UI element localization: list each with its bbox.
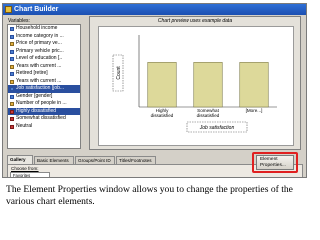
variable-label: Neutral [16, 122, 33, 129]
favorites-list[interactable]: Favorites [10, 172, 50, 177]
variable-item[interactable]: Household income [8, 25, 80, 33]
chart-preview-panel: Chart preview uses example data Count Hig… [89, 16, 301, 150]
nominal-icon [10, 57, 14, 61]
variable-label: Primary vehicle pric... [16, 47, 64, 54]
variable-label: Number of people in ... [16, 100, 67, 106]
variable-label: Highly dissatisfied [16, 107, 57, 114]
variable-label: Level of education [.. [16, 55, 63, 61]
variable-label: Years with current ... [16, 77, 62, 84]
variable-label: Income category in ... [16, 32, 64, 39]
y-axis-label: Count [116, 66, 122, 80]
title-bar: Chart Builder [3, 4, 306, 15]
variable-item[interactable]: Years with current ... [8, 78, 80, 86]
preview-caption: Chart preview uses example data [157, 18, 233, 24]
nominal-icon [10, 49, 14, 54]
variable-item[interactable]: Primary vehicle pric... [8, 48, 80, 56]
variable-item[interactable]: Years with current ... [8, 63, 80, 71]
tab-titles-footnotes[interactable]: Titles/Footnotes [116, 156, 156, 164]
variable-item[interactable]: Highly dissatisfied [8, 107, 80, 115]
variable-item[interactable]: Retired [retire] [8, 70, 80, 78]
x-axis-label: Job satisfaction [199, 125, 235, 131]
nominal-icon [10, 27, 14, 31]
category-icon [10, 109, 14, 114]
x-tick-label: [More...] [246, 108, 263, 113]
variable-item[interactable]: Number of people in ... [8, 100, 80, 108]
bar [239, 62, 269, 108]
app-icon [5, 6, 12, 13]
slide-caption: The Element Properties window allows you… [6, 184, 293, 207]
tab-gallery[interactable]: Gallery [7, 155, 33, 164]
preview-chart: CountHighlydissatisfiedSomewhatdissatisf… [112, 35, 277, 133]
ruler-icon [10, 64, 14, 69]
nominal-icon [10, 34, 14, 39]
x-tick-label: dissatisfied [197, 113, 220, 118]
variables-list[interactable]: Household income Income category in ... Pr… [7, 24, 81, 149]
variable-item[interactable]: Job satisfaction [job... [8, 85, 80, 93]
category-icon [10, 117, 14, 121]
chart-builder-screenshot: Chart Builder Variables: Household incom… [2, 3, 307, 178]
x-tick-label: dissatisfied [151, 113, 174, 118]
variable-label: Price of primary ve... [16, 40, 62, 46]
nominal-icon [10, 87, 14, 91]
variable-item[interactable]: Somewhat dissatisfied [8, 115, 80, 123]
highlight-box [252, 152, 298, 173]
variable-item[interactable]: Income category in ... [8, 33, 80, 41]
variable-item[interactable]: Neutral [8, 123, 80, 131]
ruler-icon [10, 79, 14, 84]
ruler-icon [10, 102, 14, 106]
tab-groups-point-id[interactable]: Groups/Point ID [75, 156, 115, 164]
variable-label: Household income [16, 25, 58, 31]
variable-item[interactable]: Level of education [.. [8, 55, 80, 63]
chart-canvas[interactable]: Count Highly dissatisfied Somewhat dissatisf… [98, 26, 294, 146]
variable-item[interactable]: Gender [gender] [8, 93, 80, 101]
variable-item[interactable]: Price of primary ve... [8, 40, 80, 48]
window-title: Chart Builder [14, 6, 59, 13]
bar [193, 62, 223, 108]
variable-label: Gender [gender] [16, 92, 53, 99]
variable-label: Years with current ... [16, 62, 62, 69]
nominal-icon [10, 94, 14, 99]
variable-label: Somewhat dissatisfied [16, 115, 66, 121]
ruler-icon [10, 42, 14, 46]
bar [147, 62, 177, 108]
nominal-icon [10, 72, 14, 76]
variable-label: Retired [retire] [16, 70, 48, 76]
choose-from-label: Choose from: [11, 166, 39, 171]
tab-basic-elements[interactable]: Basic Elements [34, 156, 74, 164]
category-icon [10, 124, 14, 129]
variable-label: Job satisfaction [job... [16, 85, 65, 91]
